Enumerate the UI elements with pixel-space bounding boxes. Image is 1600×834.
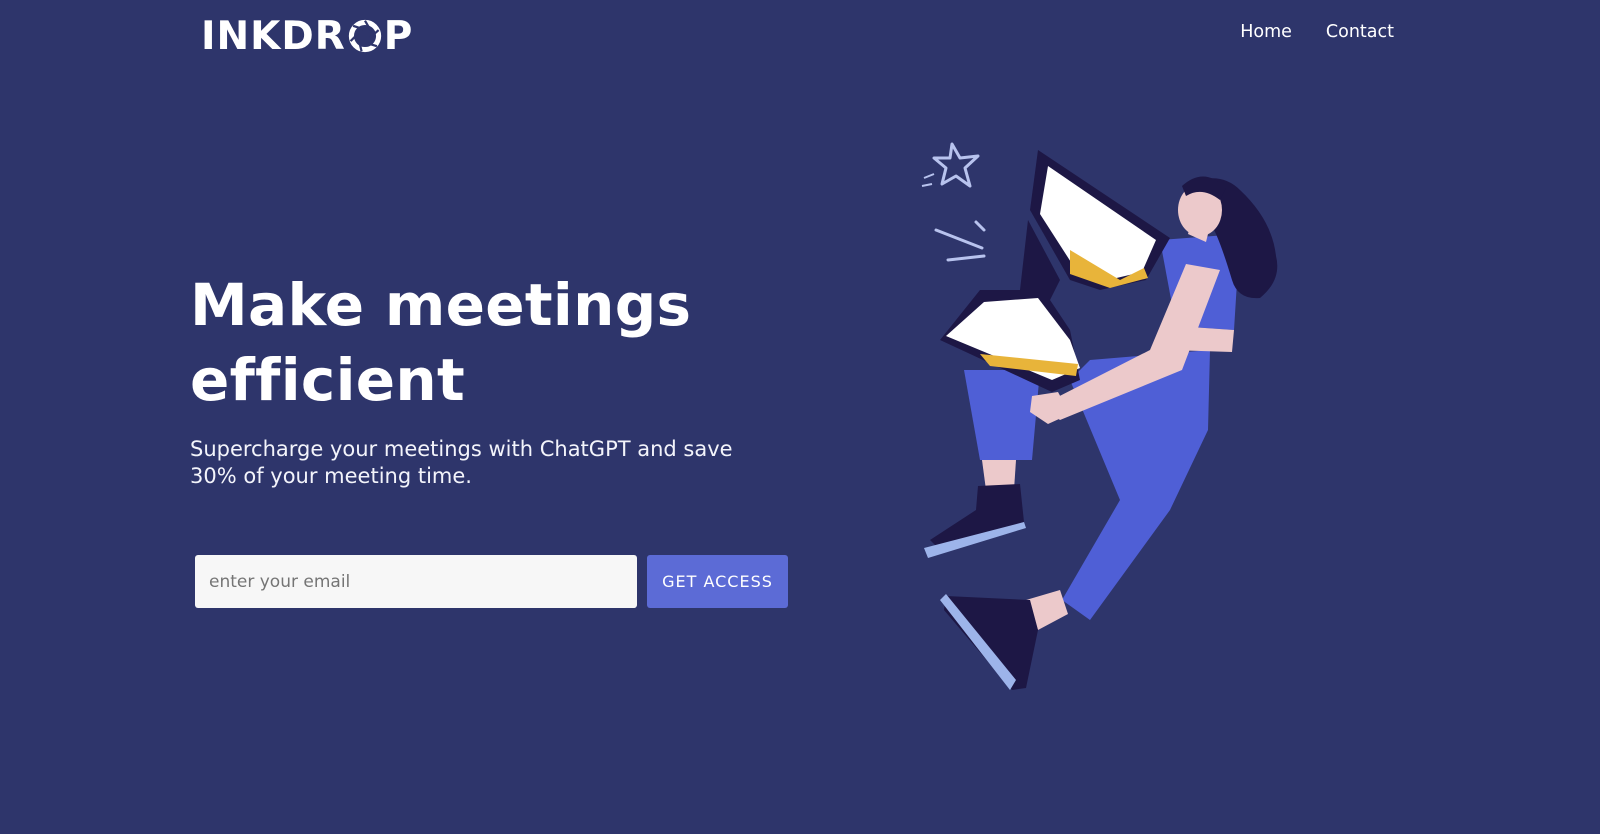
landing-page: INKDR P Home Contact Make meetings effic…: [0, 0, 1600, 834]
logo-text-right: P: [383, 13, 414, 59]
hourglass-icon: [940, 150, 1170, 392]
hero-title-line1: Make meetings: [190, 271, 692, 339]
top-nav: Home Contact: [1240, 22, 1394, 42]
hero-subtitle: Supercharge your meetings with ChatGPT a…: [190, 437, 733, 488]
motion-lines-icon: [934, 220, 986, 262]
woman-with-hourglass-illustration: [921, 142, 1278, 690]
email-input[interactable]: [195, 555, 637, 608]
star-doodle-icon: [921, 142, 980, 188]
nav-home-link[interactable]: Home: [1240, 22, 1292, 42]
nav-contact-link[interactable]: Contact: [1326, 22, 1394, 42]
get-access-button[interactable]: GET ACCESS: [647, 555, 788, 608]
logo-text-left: INKDR: [201, 13, 346, 59]
back-leg: [924, 370, 1040, 558]
inkdrop-logo[interactable]: INKDR P: [201, 13, 414, 59]
aperture-icon: [348, 19, 381, 53]
hero-title-line2: efficient: [190, 346, 465, 414]
hero-title: Make meetings efficient: [190, 268, 830, 418]
